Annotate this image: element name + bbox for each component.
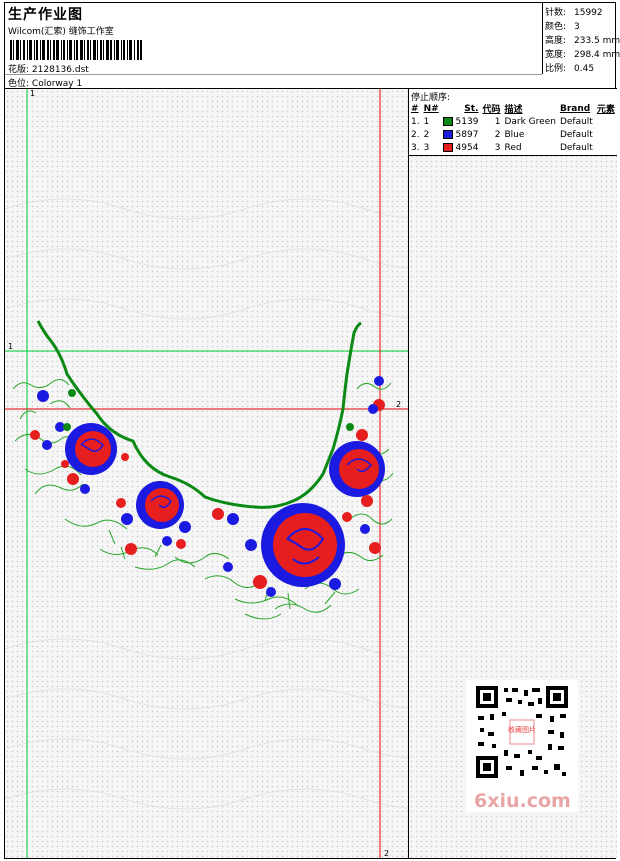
embroidery-preview: [5, 89, 408, 858]
stat-width: 宽度: 298.4 mm: [545, 50, 620, 60]
stat-height: 高度: 233.5 mm: [545, 36, 620, 46]
stat-scale: 比例: 0.45: [545, 64, 595, 74]
colorway-line: 色位: Colorway 1: [8, 76, 82, 89]
table-header: # N# St. 代码 描述 Brand 元素: [411, 103, 615, 116]
neckline-outline: [36, 320, 362, 509]
stat-stitches: 针数: 15992: [545, 8, 603, 18]
design-stats: 针数: 15992 颜色: 3 高度: 233.5 mm 宽度: 298.4 mm 比例…: [542, 3, 620, 74]
table-row[interactable]: 1. 1 5139 1 Dark Green Default: [409, 115, 617, 128]
qr-stamp-char: 收藏图片: [508, 725, 536, 734]
header-divider: [5, 74, 542, 75]
colorway-value: Colorway 1: [31, 79, 83, 89]
table-row[interactable]: 3. 3 4954 3 Red Default: [409, 141, 617, 154]
design-canvas[interactable]: 1 1 2 2: [5, 89, 409, 858]
worksheet-title: 生产作业图: [8, 7, 83, 23]
site-watermark: 6xiu.com: [474, 790, 571, 812]
green-v-guide-label: 1: [30, 89, 36, 98]
red-h-guide-label: 2: [396, 400, 402, 409]
stop-sequence-box: 停止顺序: # N# St. 代码 描述 Brand 元素 1. 1 5139 …: [409, 89, 617, 156]
rose-4: [329, 441, 385, 497]
worksheet-header: 生产作业图 Wilcom(汇索) 缝饰工作室 花版: 2128136.dst 色…: [5, 3, 620, 89]
stop-sequence-table: # N# St. 代码 描述 Brand 元素 1. 1 5139 1 Dark…: [409, 102, 617, 154]
red-v-guide-label: 2: [384, 849, 390, 858]
color-swatch: [442, 116, 453, 126]
rose-3: [261, 503, 345, 587]
colorway-label: 色位:: [8, 79, 30, 89]
barcode: [10, 40, 142, 60]
studio-name: Wilcom(汇索) 缝饰工作室: [8, 27, 114, 37]
green-h-guide-label: 1: [8, 342, 14, 351]
color-swatch: [442, 142, 453, 152]
table-row[interactable]: 2. 2 5897 2 Blue Default: [409, 128, 617, 141]
color-swatch: [442, 129, 453, 139]
rose-2: [136, 481, 184, 529]
rose-1: [65, 423, 117, 475]
stat-colors: 颜色: 3: [545, 22, 580, 32]
